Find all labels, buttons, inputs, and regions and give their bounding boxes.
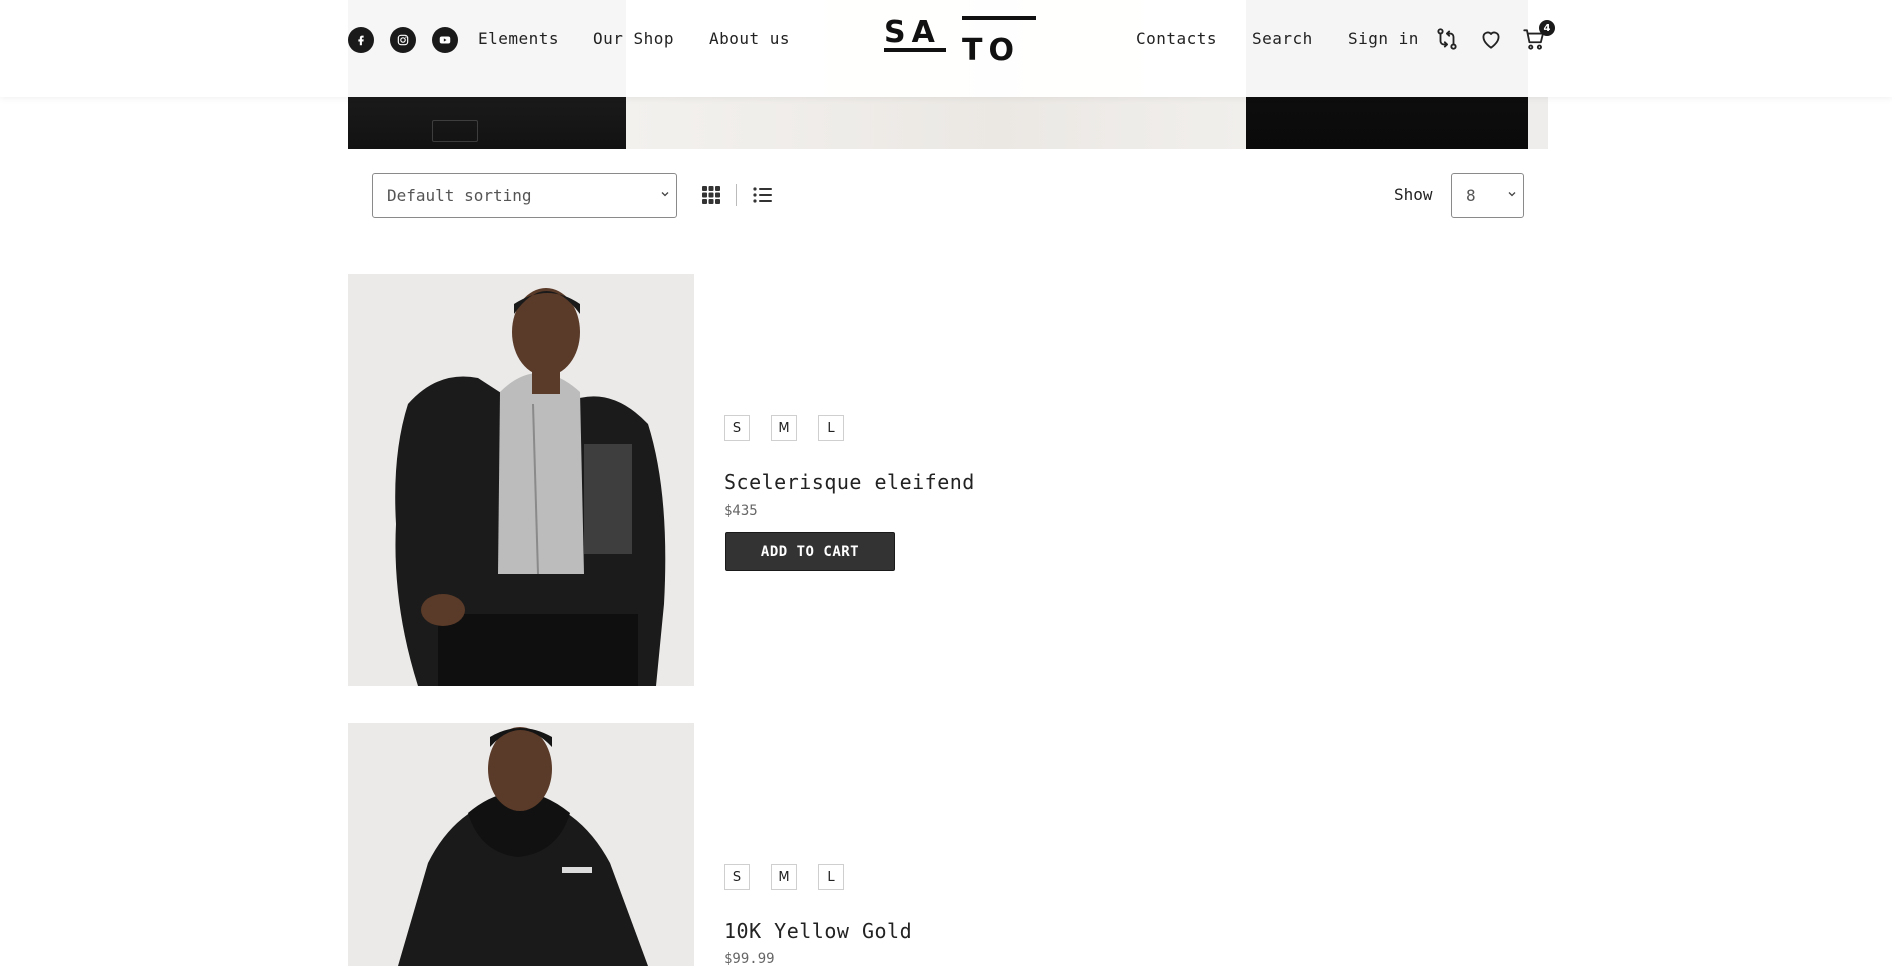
size-option-m[interactable]: M [771, 864, 797, 890]
size-option-l[interactable]: L [818, 415, 844, 441]
product-image[interactable] [348, 274, 694, 686]
per-page-value: 8 [1466, 186, 1476, 205]
size-option-s[interactable]: S [724, 415, 750, 441]
view-divider [736, 184, 737, 206]
chevron-down-icon [661, 192, 669, 197]
nav-search[interactable]: Search [1252, 29, 1313, 48]
per-page-select[interactable]: 8 [1451, 173, 1524, 218]
product-title[interactable]: Scelerisque eleifend [724, 470, 975, 494]
add-to-cart-button[interactable]: ADD TO CART [725, 532, 895, 571]
site-logo[interactable]: SA TO [884, 16, 1036, 62]
size-option-m[interactable]: M [771, 415, 797, 441]
svg-text:TO: TO [962, 33, 1020, 62]
site-header: Elements Our Shop About us SA TO Contact… [0, 0, 1892, 97]
svg-text:SA: SA [884, 16, 941, 50]
list-view-icon[interactable] [752, 184, 774, 206]
cart-count-badge: 4 [1539, 20, 1555, 36]
nav-about-us[interactable]: About us [709, 29, 790, 48]
nav-our-shop[interactable]: Our Shop [593, 29, 674, 48]
size-option-s[interactable]: S [724, 864, 750, 890]
nav-contacts[interactable]: Contacts [1136, 29, 1217, 48]
facebook-icon[interactable] [348, 27, 374, 53]
sort-select[interactable]: Default sorting [372, 173, 677, 218]
product-image[interactable] [348, 723, 694, 966]
nav-elements[interactable]: Elements [478, 29, 559, 48]
instagram-icon[interactable] [390, 27, 416, 53]
chevron-down-icon [1508, 192, 1516, 197]
sort-select-value: Default sorting [387, 186, 532, 205]
compare-icon[interactable] [1434, 26, 1460, 52]
size-option-l[interactable]: L [818, 864, 844, 890]
product-price: $435 [724, 503, 758, 519]
product-price: $99.99 [724, 951, 775, 966]
show-label: Show [1394, 185, 1433, 204]
wishlist-heart-icon[interactable] [1478, 26, 1504, 52]
nav-sign-in[interactable]: Sign in [1348, 29, 1419, 48]
grid-view-icon[interactable] [700, 184, 722, 206]
product-title[interactable]: 10K Yellow Gold [724, 919, 912, 943]
youtube-icon[interactable] [432, 27, 458, 53]
